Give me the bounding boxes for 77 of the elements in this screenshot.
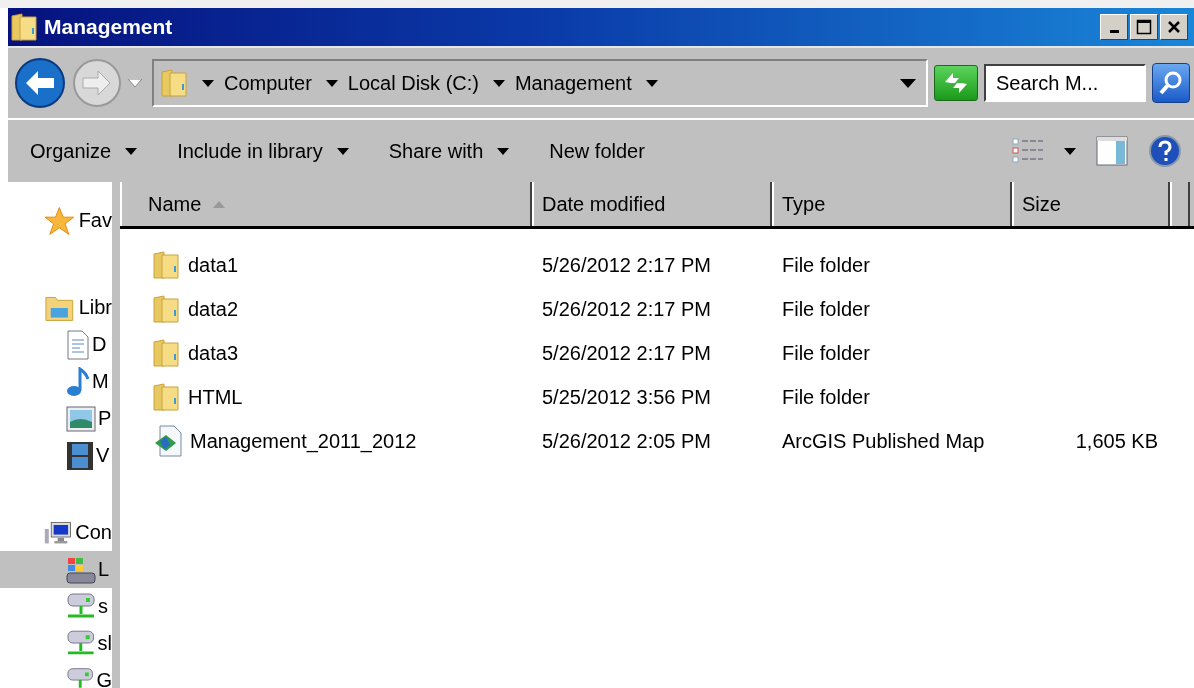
minimize-button[interactable] [1100, 14, 1128, 40]
sort-arrow-icon [213, 200, 226, 208]
file-name[interactable]: data3 [188, 341, 239, 365]
toolbar-button[interactable]: Share with [380, 133, 518, 169]
file-name[interactable]: data1 [188, 253, 239, 277]
nav-item[interactable]: s [0, 588, 112, 625]
help-icon[interactable] [1148, 134, 1182, 168]
film-icon [66, 440, 94, 471]
search-field[interactable]: Search M... [984, 64, 1146, 102]
network-drive-icon [66, 665, 95, 688]
close-button[interactable] [1160, 14, 1188, 40]
view-options-icon[interactable] [1012, 138, 1044, 164]
caret-icon [645, 79, 658, 87]
type-cell-text: File folder [781, 253, 871, 277]
caret-icon [325, 79, 338, 87]
close-icon [1167, 20, 1181, 34]
breadcrumb[interactable]: Computer [202, 71, 312, 95]
date-cell-text: 5/26/2012 2:17 PM [541, 341, 712, 365]
size-cell-text: 1,605 KB [1074, 429, 1159, 453]
search-button[interactable] [1152, 63, 1190, 103]
picture-icon [66, 405, 96, 432]
history-caret-icon[interactable] [128, 79, 142, 87]
star-icon [44, 205, 75, 236]
nav-item[interactable]: V [0, 437, 112, 474]
caret-icon [125, 147, 138, 155]
maximize-button[interactable] [1130, 14, 1158, 40]
file-name[interactable]: Management_2011_2012 [190, 429, 417, 453]
address-bar[interactable]: Computer Local Disk (C:) Management [152, 59, 928, 107]
nav-item[interactable]: L [0, 551, 112, 588]
nav-item[interactable]: Libr [0, 289, 112, 326]
nav-item[interactable]: sl [0, 625, 112, 662]
nav-item[interactable]: Fav [0, 202, 112, 239]
type-cell-text: File folder [781, 297, 871, 321]
nav-item[interactable]: G [0, 662, 112, 688]
folder-icon [152, 294, 180, 324]
folder-icon [152, 250, 180, 280]
back-button[interactable] [14, 57, 66, 109]
toolbar-button[interactable]: Include in library [169, 133, 357, 169]
breadcrumb[interactable]: Management [492, 71, 632, 95]
toolbar-button[interactable]: New folder [541, 133, 653, 169]
document-icon [66, 329, 90, 360]
nav-item[interactable]: Con [0, 514, 112, 551]
minimize-icon [1109, 30, 1119, 33]
column-header[interactable]: Type [772, 182, 1012, 226]
address-folder-icon [160, 68, 188, 98]
caret-icon [1064, 147, 1076, 155]
caret-icon [492, 79, 505, 87]
date-cell-text: 5/26/2012 2:17 PM [541, 297, 712, 321]
type-cell-text: File folder [781, 341, 871, 365]
type-cell-text: ArcGIS Published Map [781, 429, 986, 453]
refresh-button[interactable] [934, 65, 978, 101]
file-name[interactable]: HTML [188, 385, 243, 409]
caret-icon [497, 147, 510, 155]
breadcrumb[interactable]: Local Disk (C:) [325, 71, 479, 95]
folder-icon [152, 338, 180, 368]
column-header[interactable]: Date modified [532, 182, 772, 226]
maximize-icon [1136, 19, 1152, 35]
date-cell-text: 5/25/2012 3:56 PM [541, 385, 712, 409]
folder-icon [152, 382, 180, 412]
file-name[interactable]: data2 [188, 297, 239, 321]
date-cell-text: 5/26/2012 2:17 PM [541, 253, 712, 277]
search-icon [1158, 70, 1184, 96]
nav-item[interactable]: M [0, 363, 112, 400]
caret-icon [202, 79, 214, 87]
caret-icon [336, 147, 349, 155]
toolbar-button[interactable]: Organize [22, 133, 146, 169]
window-folder-icon [10, 12, 38, 42]
type-cell-text: File folder [781, 385, 871, 409]
music-note-icon [66, 366, 90, 397]
nav-item[interactable]: D [0, 326, 112, 363]
window-title: Management [44, 15, 174, 39]
date-cell-text: 5/26/2012 2:05 PM [541, 429, 712, 453]
address-dropdown-icon[interactable] [900, 78, 916, 88]
preview-pane-icon[interactable] [1096, 136, 1128, 166]
column-header[interactable]: Size [1012, 182, 1170, 226]
nav-item[interactable]: P [0, 400, 112, 437]
column-header[interactable]: Name [120, 182, 532, 226]
